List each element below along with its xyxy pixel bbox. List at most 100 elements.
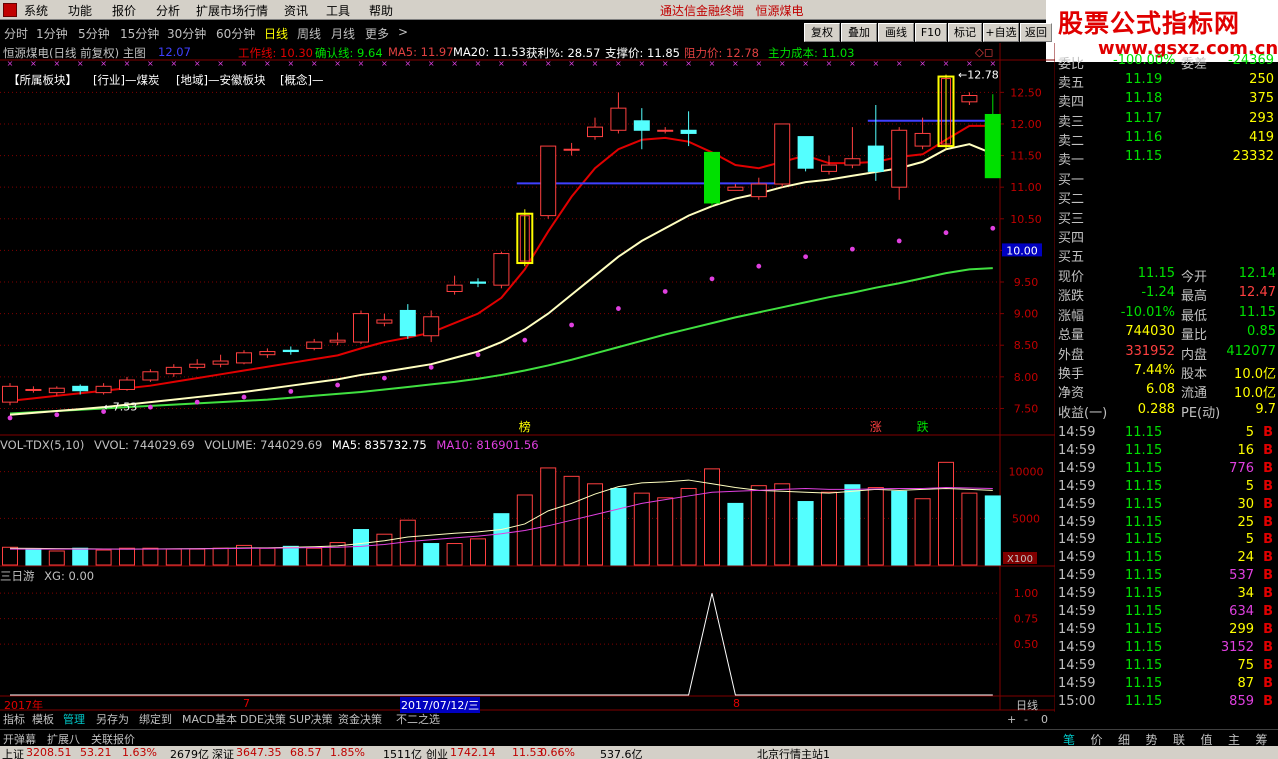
ask-row[interactable]: 卖三 11.17 293 [1055, 110, 1278, 130]
zoom-in-button[interactable]: + [1007, 713, 1016, 726]
tab-manage[interactable]: 管理 [63, 712, 85, 729]
quote-value: 11.15 [1137, 266, 1175, 281]
tab-dde[interactable]: DDE决策 [240, 712, 286, 729]
weicha-label: 委差 [1181, 57, 1208, 72]
top-x-marker: × [334, 59, 341, 68]
top-x-marker: × [287, 59, 294, 68]
quote-value: 0.85 [1247, 324, 1276, 340]
volume-bar [259, 547, 276, 566]
vvol-value: VVOL: 744029.69 [94, 438, 195, 452]
price-tick-label: 9.50 [1014, 276, 1039, 289]
top-x-marker: × [896, 59, 903, 68]
zoom-out-button[interactable]: - [1024, 713, 1028, 726]
bid-row[interactable]: 买三 [1055, 207, 1278, 227]
quote-value: 9.7 [1255, 401, 1276, 417]
ma-dot [382, 375, 387, 381]
tick-side: B [1263, 568, 1273, 584]
tick-volume: 30 [1237, 496, 1254, 512]
tick-volume: 5 [1245, 425, 1254, 440]
volume-bar [165, 548, 182, 566]
tick-volume: 25 [1237, 514, 1254, 530]
kline-chart[interactable]: 12.50 12.00 11.50 11.00 10.50 10.00 9.50 9.00 8.… [0, 0, 1055, 712]
top-x-marker: × [451, 59, 458, 68]
volume-bar [142, 547, 159, 566]
price-tick-label: 8.00 [1014, 371, 1039, 384]
ask-row[interactable]: 卖四 11.18 375 [1055, 90, 1278, 110]
volume-bar [797, 501, 814, 566]
tick-price: 11.15 [1125, 532, 1163, 548]
status-item: 3208.51 [26, 746, 72, 759]
tick-time: 15:00 [1058, 693, 1096, 709]
tick-time: 14:59 [1058, 568, 1096, 584]
quote-value: -10.01% [1120, 304, 1175, 320]
candle-body [657, 129, 674, 132]
volume-bar [423, 543, 440, 566]
ask-row[interactable]: 卖五 11.19 250 [1055, 71, 1278, 91]
candle-body [353, 313, 369, 343]
tab-macd[interactable]: MACD基本 [182, 712, 237, 729]
top-x-marker: × [498, 59, 505, 68]
ask-label: 卖三 [1058, 114, 1085, 130]
tick-price: 11.15 [1125, 550, 1163, 566]
xg-line [10, 593, 993, 696]
weibi-label: 委比 [1058, 57, 1085, 72]
volume-bar [961, 492, 978, 566]
related-quote-button[interactable]: 关联报价 [91, 731, 135, 747]
ma-dot [709, 276, 715, 282]
status-item: 11.53 [512, 746, 544, 759]
tab-bu-er[interactable]: 不二之选 [396, 712, 440, 729]
candle-body [306, 341, 323, 349]
candle-body [750, 183, 767, 198]
candle-body [142, 371, 159, 381]
ask-volume: 293 [1249, 110, 1274, 126]
ma-dot [522, 337, 528, 343]
status-item: 53.21 [80, 746, 112, 759]
ext-eight-button[interactable]: 扩展八 [47, 731, 80, 747]
ask-row[interactable]: 卖一 11.15 23332 [1055, 148, 1278, 168]
volume-bar [212, 547, 229, 566]
top-x-marker: × [217, 59, 224, 68]
top-x-marker: × [147, 59, 154, 68]
candle-body [212, 360, 229, 365]
tab-indicator[interactable]: 指标 [3, 712, 25, 729]
tab-save-as[interactable]: 另存为 [96, 712, 129, 729]
tab-fund[interactable]: 资金决策 [338, 712, 382, 729]
bid-row[interactable]: 买四 [1055, 226, 1278, 246]
vol-ma10-value: MA10: 816901.56 [436, 438, 539, 452]
high-label: ←12.78 [958, 69, 999, 82]
volume-bar [95, 549, 112, 566]
top-x-marker: × [7, 59, 14, 68]
tick-price: 11.15 [1125, 514, 1163, 530]
volume-bar [891, 490, 908, 566]
quote-value: 412077 [1226, 343, 1276, 359]
quote-value: 744030 [1125, 324, 1175, 340]
ma-dot [54, 412, 60, 418]
quote-value: 12.14 [1238, 266, 1276, 281]
tick-time: 14:59 [1058, 442, 1096, 458]
tick-volume: 34 [1237, 586, 1254, 602]
tab-template[interactable]: 模板 [32, 712, 54, 729]
tick-volume: 537 [1229, 568, 1254, 584]
tick-row: 14:59 11.15 30 B [1055, 496, 1278, 514]
candle-body [797, 136, 814, 169]
danmu-button[interactable]: 开弹幕 [3, 731, 36, 747]
candle-body [48, 387, 65, 394]
tick-side: B [1263, 675, 1273, 691]
bid-row[interactable]: 买一 [1055, 168, 1278, 188]
tick-price: 11.15 [1125, 621, 1163, 637]
tab-bind[interactable]: 绑定到 [139, 712, 172, 729]
quote-panel: 委比 -100.00% 委差 -24369 卖五 11.19 250 卖四 11.18 375 卖三… [1055, 53, 1278, 730]
bid-row[interactable]: 买五 [1055, 245, 1278, 265]
candle-body [376, 319, 393, 324]
volume-bar [376, 533, 393, 566]
ask-row[interactable]: 卖二 11.16 419 [1055, 129, 1278, 149]
quote-row: 收益(一) 0.288 PE(动) 9.7 [1055, 401, 1278, 421]
quote-label: PE(动) [1181, 405, 1221, 421]
current-price-label: 10.00 [1006, 244, 1038, 257]
candle-body [189, 363, 206, 368]
tab-sup[interactable]: SUP决策 [289, 712, 333, 729]
candle-body [704, 151, 720, 204]
bid-row[interactable]: 买二 [1055, 187, 1278, 207]
candle-body [587, 126, 603, 138]
zoom-reset-button[interactable]: 0 [1041, 713, 1048, 726]
